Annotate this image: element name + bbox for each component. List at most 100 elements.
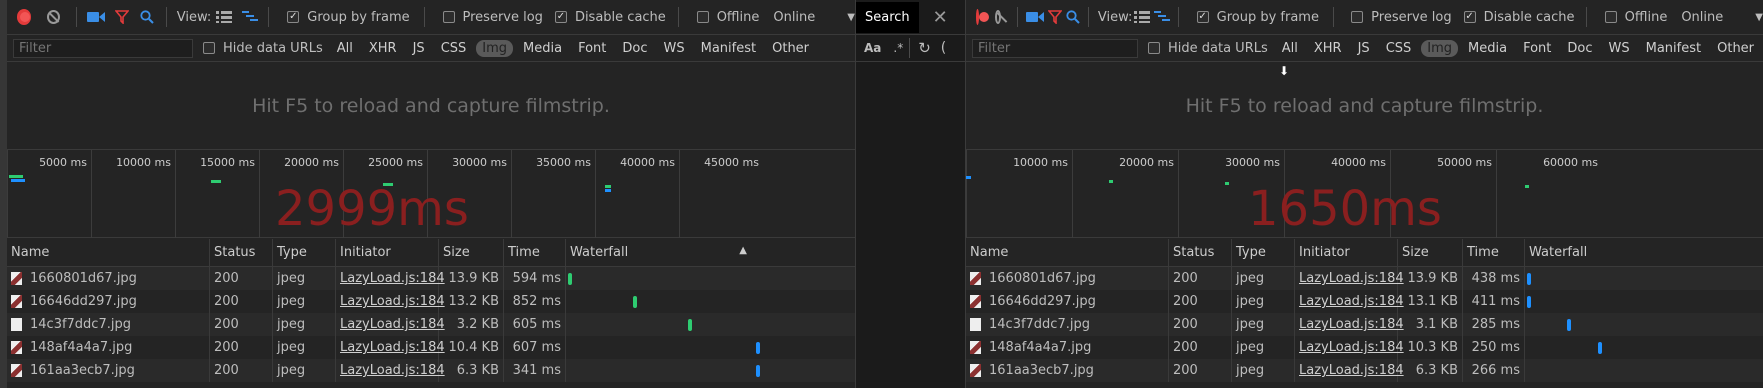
- initiator-text[interactable]: LazyLoad.js:184: [1299, 363, 1404, 378]
- table-row[interactable]: 1660801d67.jpg 200 jpeg LazyLoad.js:184 13.9…: [966, 267, 1763, 290]
- filter-input[interactable]: [13, 38, 193, 58]
- camera-icon[interactable]: [1025, 5, 1044, 29]
- cell-initiator[interactable]: LazyLoad.js:184: [1295, 267, 1404, 290]
- sort-up-icon[interactable]: ▲: [739, 245, 747, 256]
- initiator-text[interactable]: LazyLoad.js:184: [340, 294, 445, 309]
- offline-checkbox[interactable]: Offline: [1604, 10, 1667, 25]
- disable-cache-checkbox[interactable]: ✓ Disable cache: [1463, 10, 1574, 25]
- column-status[interactable]: Status: [210, 239, 273, 266]
- type-filter-ws[interactable]: WS: [1603, 40, 1636, 57]
- table-row[interactable]: 16646dd297.jpg 200 jpeg LazyLoad.js:184 13.2…: [7, 290, 855, 313]
- type-filter-other[interactable]: Other: [766, 40, 815, 57]
- type-filter-css[interactable]: CSS: [1380, 40, 1418, 57]
- type-filter-font[interactable]: Font: [1517, 40, 1557, 57]
- cell-initiator[interactable]: LazyLoad.js:184: [1295, 359, 1404, 382]
- type-filter-js[interactable]: JS: [407, 40, 431, 57]
- cell-initiator[interactable]: LazyLoad.js:184: [336, 290, 445, 313]
- type-filter-manifest[interactable]: Manifest: [695, 40, 762, 57]
- column-status[interactable]: Status: [1169, 239, 1232, 266]
- column-waterfall[interactable]: Waterfall: [1525, 239, 1763, 266]
- type-filter-img[interactable]: Img: [1421, 39, 1459, 57]
- type-filter-img[interactable]: Img: [476, 39, 514, 57]
- column-size[interactable]: Size: [439, 239, 504, 266]
- group-by-frame-checkbox[interactable]: ✓ Group by frame: [287, 10, 410, 25]
- preserve-log-checkbox[interactable]: Preserve log: [1351, 10, 1452, 25]
- initiator-text[interactable]: LazyLoad.js:184: [340, 340, 445, 355]
- throttle-select[interactable]: Online: [773, 10, 815, 25]
- chevron-down-icon[interactable]: ▼: [1755, 12, 1763, 23]
- timeline-overview[interactable]: 5000 ms 10000 ms 15000 ms 20000 ms 25000 ms 3…: [7, 150, 855, 238]
- type-filter-xhr[interactable]: XHR: [1308, 40, 1348, 57]
- initiator-text[interactable]: LazyLoad.js:184: [1299, 340, 1404, 355]
- type-filter-xhr[interactable]: XHR: [363, 40, 403, 57]
- initiator-text[interactable]: LazyLoad.js:184: [340, 317, 445, 332]
- column-name[interactable]: Name: [966, 239, 1169, 266]
- table-row[interactable]: 148af4a4a7.jpg 200 jpeg LazyLoad.js:184 10.4…: [7, 336, 855, 359]
- preserve-log-checkbox[interactable]: Preserve log: [442, 10, 543, 25]
- type-filter-manifest[interactable]: Manifest: [1640, 40, 1707, 57]
- type-filter-other[interactable]: Other: [1711, 40, 1760, 57]
- list-view-icon[interactable]: [213, 5, 235, 29]
- filter-icon[interactable]: [1047, 5, 1062, 29]
- list-view-icon[interactable]: [1134, 5, 1151, 29]
- camera-icon[interactable]: [85, 5, 107, 29]
- initiator-text[interactable]: LazyLoad.js:184: [340, 363, 445, 378]
- match-case-button[interactable]: Aa: [864, 41, 881, 55]
- type-filter-doc[interactable]: Doc: [616, 40, 653, 57]
- clear-icon[interactable]: [995, 10, 1002, 24]
- search-icon[interactable]: [1066, 5, 1080, 29]
- record-button[interactable]: [976, 9, 991, 25]
- type-filter-font[interactable]: Font: [572, 40, 612, 57]
- waterfall-view-icon[interactable]: [239, 5, 261, 29]
- clear-icon[interactable]: [47, 10, 61, 24]
- initiator-text[interactable]: LazyLoad.js:184: [1299, 317, 1404, 332]
- table-row[interactable]: 14c3f7ddc7.jpg 200 jpeg LazyLoad.js:184 3.1 …: [966, 313, 1763, 336]
- cell-initiator[interactable]: LazyLoad.js:184: [336, 359, 445, 382]
- disable-cache-checkbox[interactable]: ✓ Disable cache: [554, 10, 666, 25]
- table-row[interactable]: 161aa3ecb7.jpg 200 jpeg LazyLoad.js:184 6.3 …: [7, 359, 855, 382]
- clear-search-icon[interactable]: (: [941, 40, 946, 56]
- record-button[interactable]: [17, 9, 32, 25]
- cell-initiator[interactable]: LazyLoad.js:184: [1295, 290, 1404, 313]
- filter-input[interactable]: [972, 38, 1138, 58]
- column-time[interactable]: Time: [504, 239, 566, 266]
- table-row[interactable]: 14c3f7ddc7.jpg 200 jpeg LazyLoad.js:184 3.2 …: [7, 313, 855, 336]
- type-filter-all[interactable]: All: [1276, 40, 1304, 57]
- hide-data-urls-checkbox[interactable]: Hide data URLs: [1148, 41, 1268, 56]
- column-initiator[interactable]: Initiator: [336, 239, 439, 266]
- table-row[interactable]: 16646dd297.jpg 200 jpeg LazyLoad.js:184 13.1…: [966, 290, 1763, 313]
- search-tab[interactable]: Search: [856, 1, 919, 33]
- column-waterfall[interactable]: Waterfall ▲: [566, 239, 759, 266]
- cell-initiator[interactable]: LazyLoad.js:184: [336, 313, 445, 336]
- type-filter-media[interactable]: Media: [1462, 40, 1513, 57]
- cell-initiator[interactable]: LazyLoad.js:184: [336, 267, 445, 290]
- filter-icon[interactable]: [111, 5, 133, 29]
- chevron-down-icon[interactable]: ▼: [847, 12, 855, 23]
- column-time[interactable]: Time: [1463, 239, 1525, 266]
- table-row[interactable]: 161aa3ecb7.jpg 200 jpeg LazyLoad.js:184 6.3 …: [966, 359, 1763, 382]
- cell-initiator[interactable]: LazyLoad.js:184: [1295, 336, 1404, 359]
- table-row[interactable]: 1660801d67.jpg 200 jpeg LazyLoad.js:184 13.9…: [7, 267, 855, 290]
- search-icon[interactable]: [136, 5, 158, 29]
- cell-initiator[interactable]: LazyLoad.js:184: [336, 336, 445, 359]
- initiator-text[interactable]: LazyLoad.js:184: [1299, 271, 1404, 286]
- table-row[interactable]: 148af4a4a7.jpg 200 jpeg LazyLoad.js:184 10.3…: [966, 336, 1763, 359]
- column-type[interactable]: Type: [273, 239, 336, 266]
- hide-data-urls-checkbox[interactable]: Hide data URLs: [203, 41, 323, 56]
- close-icon[interactable]: ✕: [933, 7, 948, 28]
- group-by-frame-checkbox[interactable]: ✓ Group by frame: [1196, 10, 1319, 25]
- column-size[interactable]: Size: [1398, 239, 1463, 266]
- throttle-select[interactable]: Online: [1681, 10, 1723, 25]
- type-filter-js[interactable]: JS: [1352, 40, 1376, 57]
- cell-initiator[interactable]: LazyLoad.js:184: [1295, 313, 1404, 336]
- waterfall-view-icon[interactable]: [1154, 5, 1171, 29]
- timeline-overview[interactable]: 10000 ms 20000 ms 30000 ms 40000 ms 50000 ms…: [966, 150, 1763, 238]
- column-name[interactable]: Name: [7, 239, 210, 266]
- column-initiator[interactable]: Initiator: [1295, 239, 1398, 266]
- type-filter-css[interactable]: CSS: [435, 40, 473, 57]
- type-filter-all[interactable]: All: [331, 40, 359, 57]
- column-type[interactable]: Type: [1232, 239, 1295, 266]
- initiator-text[interactable]: LazyLoad.js:184: [1299, 294, 1404, 309]
- type-filter-doc[interactable]: Doc: [1561, 40, 1598, 57]
- offline-checkbox[interactable]: Offline: [696, 10, 759, 25]
